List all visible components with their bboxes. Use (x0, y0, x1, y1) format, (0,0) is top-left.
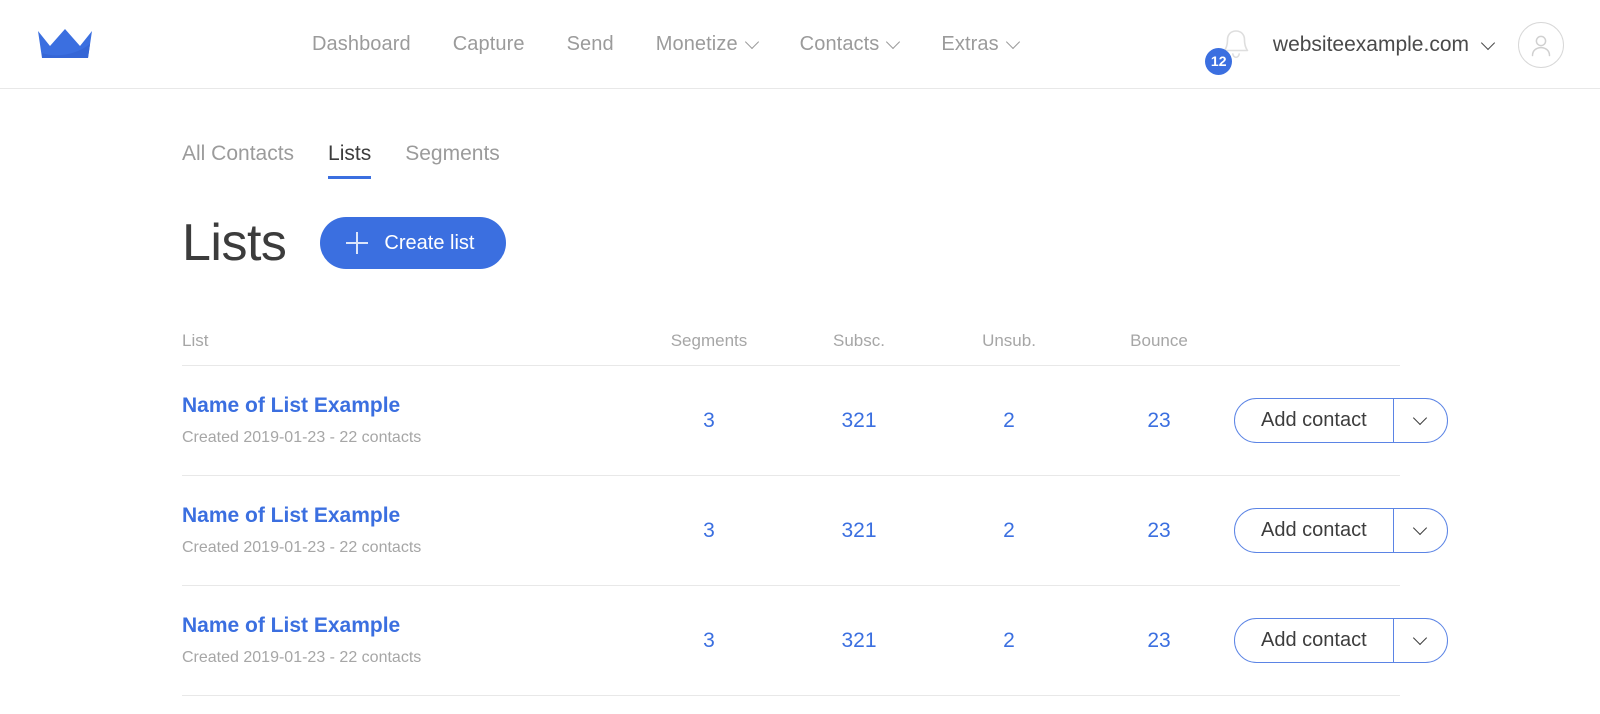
subsc-value[interactable]: 321 (784, 409, 934, 433)
column-header-segments: Segments (670, 331, 748, 350)
add-contact-button[interactable]: Add contact (1235, 399, 1393, 442)
create-list-label: Create list (384, 231, 475, 254)
page-title: Lists (182, 214, 287, 272)
list-cell: Name of List Example Created 2019-01-23 … (182, 614, 634, 667)
tab-all-contacts[interactable]: All Contacts (182, 142, 294, 179)
list-cell: Name of List Example Created 2019-01-23 … (182, 504, 634, 557)
plus-icon (346, 232, 369, 254)
list-name-link[interactable]: Name of List Example (182, 614, 634, 638)
tab-label: All Contacts (182, 142, 295, 165)
row-actions: Add contact (1234, 398, 1450, 443)
nav-item-extras[interactable]: Extras (920, 33, 1039, 56)
nav-label: Send (566, 33, 614, 55)
unsub-value[interactable]: 2 (934, 519, 1084, 543)
add-contact-dropdown-toggle[interactable] (1392, 509, 1447, 552)
list-cell: Name of List Example Created 2019-01-23 … (182, 394, 634, 447)
tab-segments[interactable]: Segments (405, 142, 500, 179)
list-meta: Created 2019-01-23 - 22 contacts (182, 649, 422, 667)
add-contact-button[interactable]: Add contact (1235, 619, 1393, 662)
table-row: Name of List Example Created 2019-01-23 … (182, 476, 1448, 586)
nav-item-contacts[interactable]: Contacts (779, 33, 921, 56)
nav-item-send[interactable]: Send (546, 33, 635, 56)
chevron-down-icon (1008, 37, 1019, 48)
nav-item-monetize[interactable]: Monetize (635, 33, 779, 56)
crown-logo-icon[interactable] (36, 24, 94, 64)
nav-label: Extras (941, 33, 999, 55)
row-actions: Add contact (1234, 508, 1450, 553)
chevron-down-icon (1415, 633, 1426, 644)
user-avatar[interactable] (1518, 21, 1564, 68)
tab-label: Segments (405, 142, 500, 165)
account-name: websiteexample.com (1272, 32, 1469, 56)
segments-value[interactable]: 3 (634, 629, 784, 653)
bounce-value[interactable]: 23 (1084, 629, 1234, 653)
nav-item-dashboard[interactable]: Dashboard (312, 33, 432, 56)
table-header-row: List Segments Subsc. Unsub. Bounce (182, 331, 1400, 366)
column-header-bounce: Bounce (1130, 331, 1188, 350)
table-row: Name of List Example Created 2019-01-23 … (182, 366, 1448, 476)
segments-value[interactable]: 3 (634, 519, 784, 543)
list-name-link[interactable]: Name of List Example (182, 504, 634, 528)
notifications-button[interactable]: 12 (1204, 22, 1259, 75)
create-list-button[interactable]: Create list (320, 217, 507, 269)
list-meta: Created 2019-01-23 - 22 contacts (182, 539, 422, 557)
column-header-list: List (182, 331, 209, 350)
add-contact-split-button: Add contact (1234, 618, 1448, 663)
tab-label: Lists (328, 142, 372, 165)
table-row: Name of List Example Created 2019-01-23 … (182, 586, 1448, 696)
add-contact-button[interactable]: Add contact (1235, 509, 1393, 552)
contacts-tabs: All Contacts Lists Segments (182, 142, 1400, 179)
chevron-down-icon (747, 37, 758, 48)
nav-label: Contacts (799, 33, 880, 55)
unsub-value[interactable]: 2 (934, 629, 1084, 653)
chevron-down-icon (1415, 413, 1426, 424)
column-header-subsc: Subsc. (833, 331, 885, 350)
column-header-unsub: Unsub. (982, 331, 1036, 350)
notification-badge: 12 (1204, 47, 1233, 75)
subsc-value[interactable]: 321 (784, 519, 934, 543)
list-meta: Created 2019-01-23 - 22 contacts (182, 429, 422, 447)
header-right-cluster: 12 websiteexample.com (1204, 0, 1600, 89)
row-actions: Add contact (1234, 618, 1450, 663)
nav-item-capture[interactable]: Capture (432, 33, 546, 56)
segments-value[interactable]: 3 (634, 409, 784, 433)
bounce-value[interactable]: 23 (1084, 409, 1234, 433)
account-switcher[interactable]: websiteexample.com (1273, 33, 1494, 57)
nav-label: Monetize (655, 33, 738, 55)
page-header-row: Lists Create list (182, 217, 1400, 269)
chevron-down-icon (888, 37, 899, 48)
unsub-value[interactable]: 2 (934, 409, 1084, 433)
add-contact-split-button: Add contact (1234, 508, 1448, 553)
page-content: All Contacts Lists Segments Lists Create… (0, 142, 1600, 696)
chevron-down-icon (1415, 523, 1426, 534)
add-contact-dropdown-toggle[interactable] (1392, 399, 1447, 442)
nav-label: Capture (452, 33, 525, 55)
nav-label: Dashboard (312, 33, 411, 55)
list-name-link[interactable]: Name of List Example (182, 394, 634, 418)
chevron-down-icon (1483, 38, 1494, 49)
bounce-value[interactable]: 23 (1084, 519, 1234, 543)
tab-lists[interactable]: Lists (328, 142, 372, 179)
subsc-value[interactable]: 321 (784, 629, 934, 653)
app-header: Dashboard Capture Send Monetize Contacts… (0, 0, 1600, 89)
lists-table: List Segments Subsc. Unsub. Bounce Name … (182, 331, 1448, 696)
main-navigation: Dashboard Capture Send Monetize Contacts… (312, 0, 1040, 89)
add-contact-split-button: Add contact (1234, 398, 1448, 443)
add-contact-dropdown-toggle[interactable] (1392, 619, 1447, 662)
user-avatar-icon (1531, 35, 1551, 56)
